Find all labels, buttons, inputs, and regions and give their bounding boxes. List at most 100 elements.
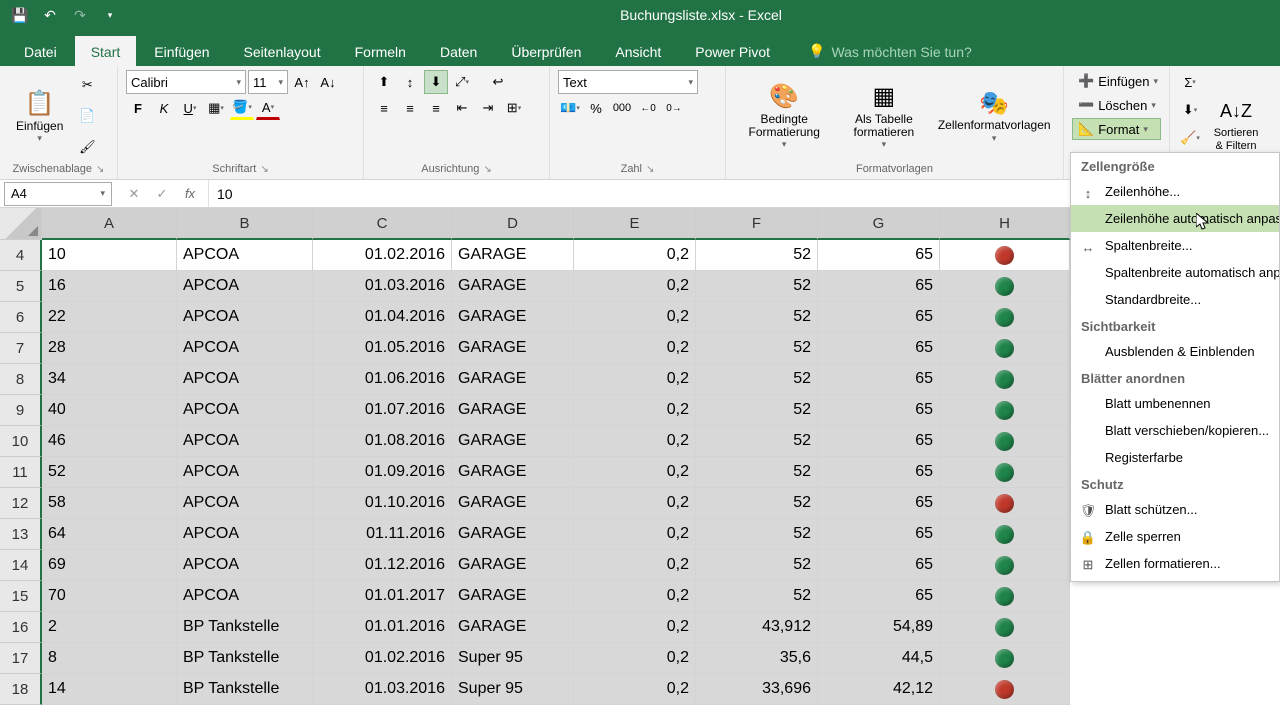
cell[interactable]: 0,2 bbox=[574, 240, 696, 271]
align-right-icon[interactable]: ≡ bbox=[424, 96, 448, 120]
tab-daten[interactable]: Daten bbox=[424, 36, 493, 66]
cell[interactable]: 22 bbox=[42, 302, 177, 333]
cell[interactable]: 0,2 bbox=[574, 271, 696, 302]
menu-move-copy-sheet[interactable]: Blatt verschieben/kopieren... bbox=[1071, 417, 1279, 444]
borders-button[interactable]: ▦▾ bbox=[204, 96, 228, 120]
align-middle-icon[interactable]: ↕ bbox=[398, 70, 422, 94]
redo-icon[interactable]: ↷ bbox=[68, 3, 92, 27]
number-launcher[interactable]: ↘ bbox=[646, 164, 654, 175]
cell[interactable]: GARAGE bbox=[452, 302, 574, 333]
cell[interactable]: APCOA bbox=[177, 581, 313, 612]
cell[interactable]: 65 bbox=[818, 364, 940, 395]
conditional-formatting-button[interactable]: 🎨 Bedingte Formatierung▾ bbox=[734, 70, 834, 161]
cell[interactable]: 42,12 bbox=[818, 674, 940, 705]
cell[interactable]: 65 bbox=[818, 488, 940, 519]
cell[interactable]: 16 bbox=[42, 271, 177, 302]
cell[interactable]: 33,696 bbox=[696, 674, 818, 705]
percent-format-icon[interactable]: % bbox=[584, 96, 608, 120]
cell[interactable]: 65 bbox=[818, 240, 940, 271]
align-bottom-icon[interactable]: ⬇ bbox=[424, 70, 448, 94]
name-box[interactable]: A4▾ bbox=[4, 182, 112, 206]
row-header[interactable]: 4 bbox=[0, 240, 42, 271]
row-header[interactable]: 7 bbox=[0, 333, 42, 364]
cell[interactable]: 64 bbox=[42, 519, 177, 550]
increase-font-icon[interactable]: A↑ bbox=[290, 70, 314, 94]
tab-start[interactable]: Start bbox=[75, 36, 137, 66]
col-header-d[interactable]: D bbox=[452, 208, 574, 240]
fill-icon[interactable]: ⬇▾ bbox=[1178, 98, 1202, 122]
cell[interactable] bbox=[940, 488, 1070, 519]
cell[interactable]: 0,2 bbox=[574, 581, 696, 612]
menu-row-height[interactable]: ↕Zeilenhöhe... bbox=[1071, 178, 1279, 205]
cell[interactable]: APCOA bbox=[177, 302, 313, 333]
menu-tab-color[interactable]: Registerfarbe bbox=[1071, 444, 1279, 471]
row-header[interactable]: 16 bbox=[0, 612, 42, 643]
cell[interactable] bbox=[940, 240, 1070, 271]
cell[interactable]: BP Tankstelle bbox=[177, 643, 313, 674]
row-header[interactable]: 14 bbox=[0, 550, 42, 581]
tab-ueberpruefen[interactable]: Überprüfen bbox=[495, 36, 597, 66]
cell[interactable] bbox=[940, 550, 1070, 581]
cell[interactable]: 65 bbox=[818, 581, 940, 612]
decrease-font-icon[interactable]: A↓ bbox=[316, 70, 340, 94]
cell[interactable]: 2 bbox=[42, 612, 177, 643]
cell[interactable]: 14 bbox=[42, 674, 177, 705]
menu-lock-cell[interactable]: 🔒Zelle sperren bbox=[1071, 523, 1279, 550]
font-name-combo[interactable]: Calibri▾ bbox=[126, 70, 246, 94]
tab-formeln[interactable]: Formeln bbox=[339, 36, 422, 66]
cell[interactable]: 52 bbox=[696, 519, 818, 550]
enter-formula-icon[interactable]: ✓ bbox=[152, 184, 172, 204]
save-icon[interactable]: 💾 bbox=[8, 3, 32, 27]
row-header[interactable]: 15 bbox=[0, 581, 42, 612]
cell[interactable]: APCOA bbox=[177, 550, 313, 581]
col-header-b[interactable]: B bbox=[177, 208, 313, 240]
insert-cells-button[interactable]: ➕Einfügen▾ bbox=[1072, 70, 1161, 92]
comma-format-icon[interactable]: 000 bbox=[610, 96, 634, 120]
format-painter-icon[interactable]: 🖌 bbox=[75, 135, 99, 159]
autosum-icon[interactable]: Σ▾ bbox=[1178, 70, 1202, 94]
cell[interactable]: 0,2 bbox=[574, 364, 696, 395]
cell[interactable] bbox=[940, 271, 1070, 302]
cell[interactable]: 65 bbox=[818, 302, 940, 333]
cell[interactable]: 52 bbox=[696, 364, 818, 395]
row-header[interactable]: 5 bbox=[0, 271, 42, 302]
decrease-decimal-icon[interactable]: 0→ bbox=[662, 96, 686, 120]
cell[interactable]: 65 bbox=[818, 333, 940, 364]
cell[interactable]: 52 bbox=[42, 457, 177, 488]
cell[interactable]: 52 bbox=[696, 333, 818, 364]
menu-column-width[interactable]: ↔Spaltenbreite... bbox=[1071, 232, 1279, 259]
cell[interactable]: 43,912 bbox=[696, 612, 818, 643]
align-top-icon[interactable]: ⬆ bbox=[372, 70, 396, 94]
cell[interactable]: 01.09.2016 bbox=[313, 457, 452, 488]
cell[interactable]: APCOA bbox=[177, 271, 313, 302]
align-left-icon[interactable]: ≡ bbox=[372, 96, 396, 120]
cell[interactable]: 0,2 bbox=[574, 333, 696, 364]
align-center-icon[interactable]: ≡ bbox=[398, 96, 422, 120]
cell[interactable]: 52 bbox=[696, 395, 818, 426]
cell[interactable]: GARAGE bbox=[452, 612, 574, 643]
accounting-format-icon[interactable]: 💶▾ bbox=[558, 96, 582, 120]
cell[interactable]: 52 bbox=[696, 550, 818, 581]
wrap-text-icon[interactable]: ↩ bbox=[486, 70, 510, 94]
cell[interactable]: APCOA bbox=[177, 395, 313, 426]
cell[interactable]: BP Tankstelle bbox=[177, 674, 313, 705]
cell[interactable]: APCOA bbox=[177, 333, 313, 364]
menu-autofit-column-width[interactable]: Spaltenbreite automatisch anpassen bbox=[1071, 259, 1279, 286]
cell[interactable] bbox=[940, 333, 1070, 364]
cell[interactable]: 35,6 bbox=[696, 643, 818, 674]
cell[interactable]: APCOA bbox=[177, 519, 313, 550]
paste-button[interactable]: 📋 Einfügen ▾ bbox=[8, 70, 71, 161]
cell[interactable]: APCOA bbox=[177, 240, 313, 271]
row-header[interactable]: 18 bbox=[0, 674, 42, 705]
cell[interactable]: 54,89 bbox=[818, 612, 940, 643]
undo-icon[interactable]: ↶ bbox=[38, 3, 62, 27]
cell[interactable]: Super 95 bbox=[452, 674, 574, 705]
clipboard-launcher[interactable]: ↘ bbox=[96, 164, 104, 175]
cell[interactable]: GARAGE bbox=[452, 364, 574, 395]
alignment-launcher[interactable]: ↘ bbox=[483, 164, 491, 175]
cell[interactable]: Super 95 bbox=[452, 643, 574, 674]
cell[interactable]: 52 bbox=[696, 488, 818, 519]
cell[interactable]: 69 bbox=[42, 550, 177, 581]
cell[interactable]: 0,2 bbox=[574, 643, 696, 674]
cell[interactable]: 01.11.2016 bbox=[313, 519, 452, 550]
